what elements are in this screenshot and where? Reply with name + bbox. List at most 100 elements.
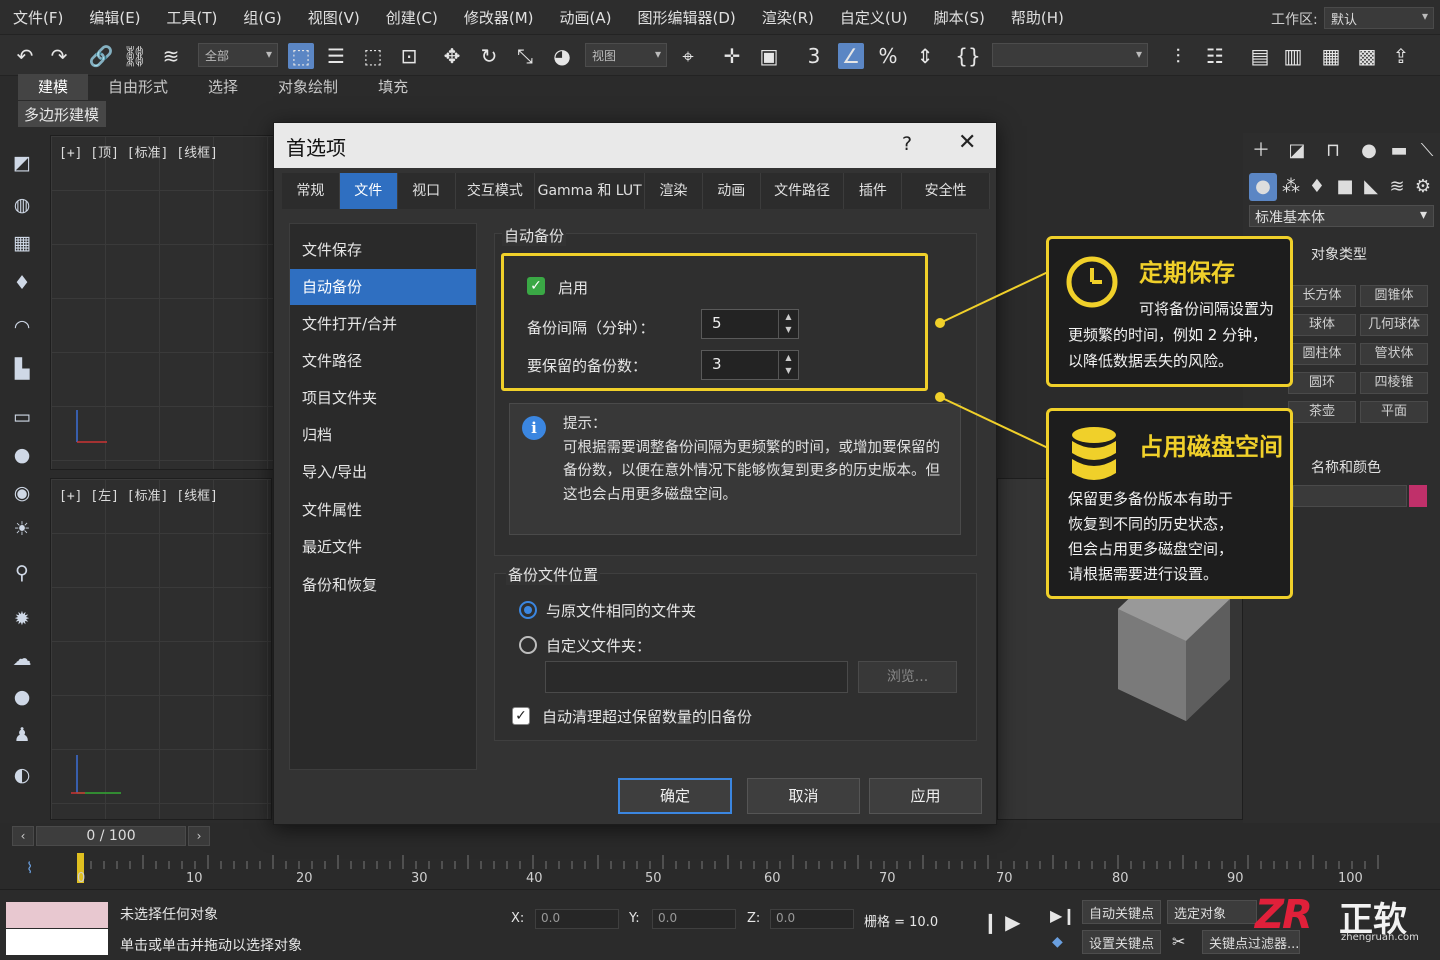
mirror-icon[interactable]: ⫶ — [1165, 43, 1191, 69]
dialog-tab-4[interactable]: Gamma 和 LUT — [535, 173, 645, 209]
rotate-icon[interactable]: ↻ — [476, 43, 502, 69]
menu-item-10[interactable]: 自定义(U) — [827, 7, 921, 28]
cloud-icon[interactable]: ☁ — [6, 644, 38, 674]
primitive-button-7[interactable]: 四棱锥 — [1360, 372, 1428, 394]
grid-icon[interactable]: ▦ — [6, 228, 38, 258]
dialog-tab-2[interactable]: 视口 — [398, 173, 456, 209]
utilities-tab-icon[interactable]: ⟍ — [1413, 137, 1440, 165]
dialog-tab-8[interactable]: 插件 — [844, 173, 903, 209]
same-folder-radio[interactable] — [519, 601, 537, 619]
y-coordinate-field[interactable]: 0.0 — [652, 909, 736, 929]
menu-item-3[interactable]: 组(G) — [230, 7, 294, 28]
bulb-icon[interactable]: ♦ — [6, 268, 38, 298]
magnify-icon[interactable]: ⚲ — [6, 558, 38, 588]
goto-end-icon[interactable]: ▶❙ — [1050, 906, 1076, 925]
ribbon-tab-1[interactable]: 自由形式 — [88, 74, 188, 100]
eye-icon[interactable]: ◉ — [6, 478, 38, 508]
viewport-top-label[interactable]: [+] [顶] [标准] [线框] — [59, 142, 218, 161]
backup-count-spinner[interactable]: 3 ▲ ▼ — [701, 350, 799, 380]
primitive-button-6[interactable]: 圆环 — [1288, 372, 1356, 394]
category-item-8[interactable]: 最近文件 — [290, 529, 476, 565]
category-item-6[interactable]: 导入/导出 — [290, 454, 476, 490]
place-icon[interactable]: ◕ — [549, 43, 575, 69]
primitive-button-8[interactable]: 茶壶 — [1288, 401, 1356, 423]
snap-toggle-icon[interactable]: 3 — [801, 43, 827, 69]
object-name-field[interactable] — [1293, 485, 1407, 507]
layer-explorer-icon[interactable]: ▤ — [1247, 43, 1273, 69]
interval-spinner[interactable]: 5 ▲ ▼ — [701, 309, 799, 339]
curve-editor-toggle-icon[interactable]: ⌇ — [26, 859, 33, 877]
pivot-icon[interactable]: ⌖ — [675, 43, 701, 69]
apply-button[interactable]: 应用 — [869, 778, 982, 814]
select-object-icon[interactable]: ⬚ — [288, 43, 314, 69]
lights-icon[interactable]: ♦ — [1303, 173, 1331, 201]
ribbon-tab-4[interactable]: 填充 — [358, 74, 428, 100]
sphere-icon[interactable]: ● — [6, 440, 38, 470]
category-item-1[interactable]: 自动备份 — [290, 269, 476, 305]
category-item-0[interactable]: 文件保存 — [290, 232, 476, 268]
dialog-tab-1[interactable]: 文件 — [339, 173, 398, 209]
selection-filter-select[interactable]: 全部 — [198, 43, 278, 67]
hierarchy-tab-icon[interactable]: ⊓ — [1319, 137, 1347, 165]
hat-icon[interactable]: ◠ — [6, 312, 38, 342]
menu-item-9[interactable]: 渲染(R) — [749, 7, 827, 28]
timeline-ruler[interactable]: ⌇ 0 10 20 30 40 50 60 70 70 80 90 100 — [0, 849, 1440, 889]
globe-icon[interactable]: ◍ — [6, 190, 38, 220]
rect-selection-icon[interactable]: ⬚ — [360, 43, 386, 69]
cleanup-checkbox[interactable]: ✓ — [512, 707, 530, 725]
ribbon-tab-2[interactable]: 选择 — [188, 74, 258, 100]
primitive-button-1[interactable]: 圆锥体 — [1360, 285, 1428, 307]
reference-coord-select[interactable]: 视图 — [585, 43, 667, 67]
motion-tab-icon[interactable]: ● — [1355, 137, 1383, 165]
category-item-5[interactable]: 归档 — [290, 417, 476, 453]
custom-folder-path-input[interactable] — [545, 661, 848, 693]
interval-spinner-arrows-icon[interactable]: ▲ ▼ — [778, 310, 798, 338]
next-frame-icon[interactable]: › — [188, 826, 210, 846]
primitive-button-4[interactable]: 圆柱体 — [1288, 343, 1356, 365]
named-selection-select[interactable] — [992, 43, 1148, 67]
world-icon[interactable]: ◐ — [6, 760, 38, 790]
cameras-icon[interactable]: ■ — [1331, 173, 1359, 201]
menu-item-1[interactable]: 编辑(E) — [76, 7, 153, 28]
menu-item-4[interactable]: 视图(V) — [295, 7, 373, 28]
category-item-2[interactable]: 文件打开/合并 — [290, 306, 476, 342]
menu-item-0[interactable]: 文件(F) — [0, 7, 76, 28]
menu-item-11[interactable]: 脚本(S) — [921, 7, 998, 28]
edit-named-sets-icon[interactable]: {} — [955, 43, 981, 69]
create-tab-icon[interactable]: ＋ — [1247, 137, 1275, 165]
primitive-button-9[interactable]: 平面 — [1360, 401, 1428, 423]
primitive-button-2[interactable]: 球体 — [1288, 314, 1356, 336]
set-key-button[interactable]: 设置关键点 — [1082, 930, 1162, 954]
window-crossing-icon[interactable]: ⊡ — [396, 43, 422, 69]
dialog-tab-6[interactable]: 动画 — [703, 173, 761, 209]
percent-snap-icon[interactable]: % — [875, 43, 901, 69]
primitive-button-0[interactable]: 长方体 — [1288, 285, 1356, 307]
key-filter-icon[interactable]: ✂ — [1172, 932, 1185, 951]
scene-explorer-icon[interactable]: ▥ — [1280, 43, 1306, 69]
auto-key-button[interactable]: 自动关键点 — [1082, 900, 1162, 924]
select-by-name-icon[interactable]: ☰ — [323, 43, 349, 69]
dialog-tab-5[interactable]: 渲染 — [645, 173, 703, 209]
category-select[interactable]: 标准基本体 — [1249, 205, 1434, 227]
enable-checkbox[interactable]: ✓ — [527, 277, 545, 295]
scale-icon[interactable]: ⤡ — [512, 43, 538, 69]
building-icon[interactable]: ▙ — [6, 354, 38, 384]
ribbon-sub-tab[interactable]: 多边形建模 — [18, 101, 106, 127]
category-item-7[interactable]: 文件属性 — [290, 492, 476, 528]
menu-item-6[interactable]: 修改器(M) — [451, 7, 547, 28]
z-coordinate-field[interactable]: 0.0 — [770, 909, 854, 929]
backup-count-spinner-arrows-icon[interactable]: ▲ ▼ — [778, 351, 798, 379]
cancel-button[interactable]: 取消 — [747, 778, 860, 814]
align-icon[interactable]: ☷ — [1202, 43, 1228, 69]
ball-icon[interactable]: ● — [6, 682, 38, 712]
modify-tab-icon[interactable]: ◪ — [1283, 137, 1311, 165]
maxscript-listener-pink[interactable] — [6, 902, 108, 928]
bind-space-warp-icon[interactable]: ≋ — [158, 43, 184, 69]
cylinder-icon[interactable]: ▭ — [6, 402, 38, 432]
dialog-tab-7[interactable]: 文件路径 — [761, 173, 845, 209]
browse-button[interactable]: 浏览... — [858, 661, 957, 693]
menu-item-8[interactable]: 图形编辑器(D) — [625, 7, 749, 28]
people-icon[interactable]: ♟ — [6, 720, 38, 750]
ribbon-tab-0[interactable]: 建模 — [18, 74, 89, 100]
angle-snap-icon[interactable]: ∠ — [838, 43, 864, 69]
